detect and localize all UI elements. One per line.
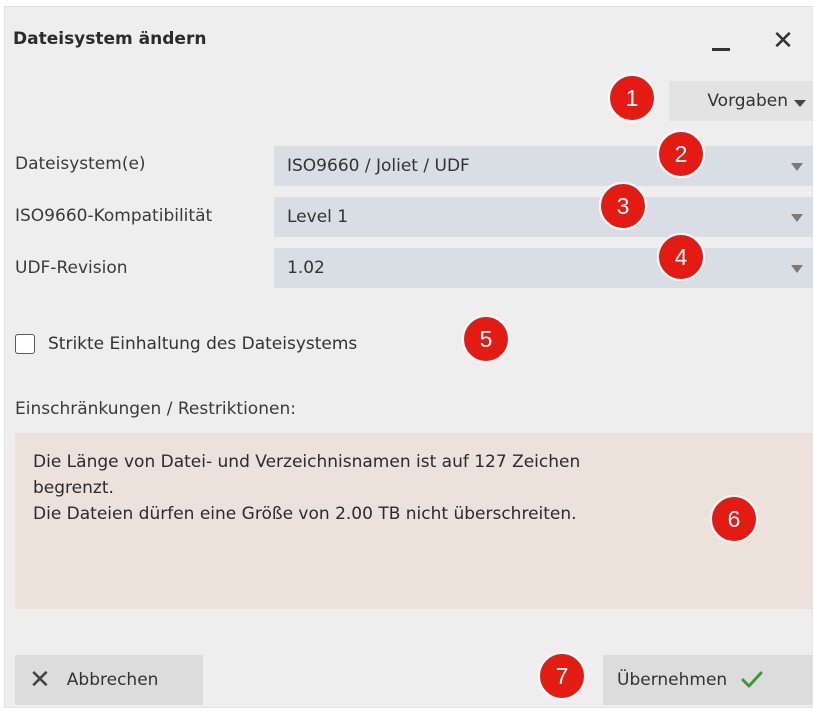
presets-dropdown-button[interactable]: Vorgaben — [669, 81, 812, 121]
strict-compliance-checkbox[interactable] — [15, 334, 35, 354]
iso-compat-value: Level 1 — [287, 207, 349, 227]
callout-badge-5: 5 — [462, 315, 510, 363]
dropdown-arrow-icon — [791, 163, 803, 171]
apply-button[interactable]: Übernehmen — [603, 655, 812, 705]
apply-label: Übernehmen — [617, 670, 728, 690]
dropdown-arrow-icon — [791, 265, 803, 273]
iso-compat-select[interactable]: Level 1 — [274, 197, 813, 237]
filesystem-label: Dateisystem(e) — [15, 154, 146, 174]
caret-down-icon — [794, 99, 806, 107]
restrictions-box: Die Länge von Datei- und Verzeichnisname… — [15, 433, 812, 609]
callout-badge-6: 6 — [710, 495, 758, 543]
restrictions-label: Einschränkungen / Restriktionen: — [15, 399, 296, 419]
close-button[interactable]: ✕ — [763, 21, 803, 61]
filesystem-value: ISO9660 / Joliet / UDF — [287, 156, 470, 176]
change-filesystem-dialog: Dateisystem ändern ✕ Vorgaben Dateisyste… — [4, 6, 813, 708]
udf-revision-select[interactable]: 1.02 — [274, 248, 813, 288]
callout-badge-3: 3 — [599, 182, 647, 230]
restriction-file-size: Die Dateien dürfen eine Größe von 2.00 T… — [33, 504, 577, 524]
minimize-icon — [712, 47, 730, 51]
filesystem-select[interactable]: ISO9660 / Joliet / UDF — [274, 146, 813, 186]
callout-badge-2: 2 — [657, 130, 705, 178]
iso-compat-label: ISO9660-Kompatibilität — [15, 206, 213, 226]
strict-compliance-label: Strikte Einhaltung des Dateisystems — [48, 334, 358, 354]
udf-revision-label: UDF-Revision — [15, 258, 128, 278]
checkmark-icon — [741, 671, 763, 688]
minimize-button[interactable] — [701, 21, 741, 61]
close-icon: ✕ — [772, 26, 794, 56]
dialog-title: Dateisystem ändern — [13, 29, 207, 49]
presets-label: Vorgaben — [707, 91, 788, 111]
callout-badge-7: 7 — [538, 652, 586, 700]
restriction-name-length: Die Länge von Datei- und Verzeichnisname… — [33, 452, 581, 498]
cancel-label: Abbrechen — [66, 670, 159, 690]
title-bar: Dateisystem ändern ✕ — [5, 7, 812, 69]
callout-badge-1: 1 — [608, 74, 656, 122]
cancel-button[interactable]: ✕ Abbrechen — [15, 655, 203, 705]
close-icon: ✕ — [29, 665, 51, 695]
dropdown-arrow-icon — [791, 214, 803, 222]
callout-badge-4: 4 — [657, 233, 705, 281]
strict-compliance-option[interactable]: Strikte Einhaltung des Dateisystems — [15, 329, 357, 359]
udf-revision-value: 1.02 — [287, 258, 325, 278]
